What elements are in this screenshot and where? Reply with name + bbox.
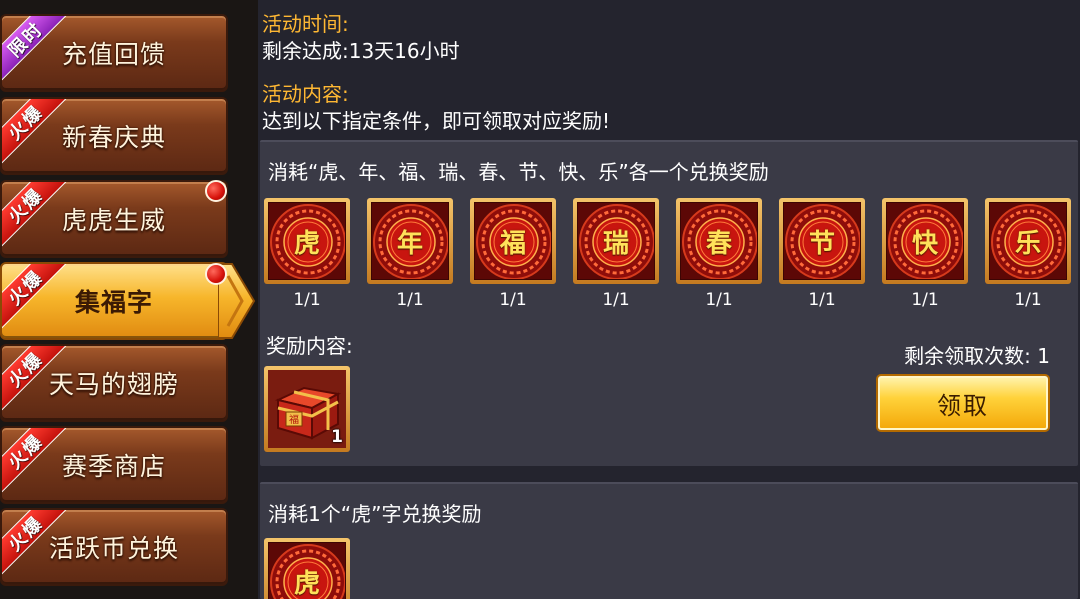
fu-character-label: 春: [705, 228, 732, 259]
lantern-medallion-icon: 年: [371, 202, 449, 280]
fu-character-item[interactable]: 快: [882, 198, 968, 284]
item-count: 1/1: [602, 290, 630, 310]
fu-character-label: 快: [911, 228, 938, 259]
activity-content: 活动时间: 剩余达成:13天16小时 活动内容: 达到以下指定条件，即可领取对应…: [258, 0, 1080, 599]
fu-character-label: 年: [396, 228, 423, 259]
sidebar-item-pegasus-wings[interactable]: 天马的翅膀 火爆: [0, 344, 228, 422]
sidebar-item-recharge-rewards[interactable]: 充值回馈 限时: [0, 14, 228, 92]
lantern-medallion-icon: 春: [680, 202, 758, 280]
lantern-medallion-icon: 虎: [268, 542, 346, 599]
sidebar-item-label: 新春庆典: [61, 123, 166, 152]
fu-character-item[interactable]: 瑞: [573, 198, 659, 284]
reward-label: 奖励内容:: [266, 334, 353, 358]
sidebar-item-label: 虎虎生威: [61, 206, 166, 235]
lantern-medallion-icon: 瑞: [577, 202, 655, 280]
activity-sidebar: 充值回馈 限时 新春庆典 火爆 虎虎生威 火爆 集福字 火爆 天马的翅膀 火爆 …: [0, 0, 258, 599]
item-count: 1/1: [1014, 290, 1042, 310]
notification-dot: [205, 263, 227, 285]
fu-character-label: 节: [808, 228, 835, 259]
fu-character-label: 虎: [293, 228, 320, 259]
exchange-panel: 消耗“虎、年、福、瑞、春、节、快、乐”各一个兑换奖励 虎 1/1 年 1/1 福 1/1 瑞…: [260, 140, 1078, 466]
activity-content-label: 活动内容:: [262, 82, 349, 106]
sidebar-item-label: 集福字: [74, 288, 153, 317]
lantern-medallion-icon: 节: [783, 202, 861, 280]
fu-character-item[interactable]: 福: [470, 198, 556, 284]
fu-character-item[interactable]: 虎: [264, 198, 350, 284]
sidebar-item-label: 赛季商店: [61, 452, 166, 481]
lantern-medallion-icon: 福: [474, 202, 552, 280]
activity-content-value: 达到以下指定条件，即可领取对应奖励!: [262, 109, 611, 133]
svg-text:福: 福: [289, 413, 299, 426]
sidebar-item-label: 充值回馈: [61, 40, 166, 69]
lantern-medallion-icon: 乐: [989, 202, 1067, 280]
fu-character-label: 乐: [1014, 228, 1041, 259]
claim-button[interactable]: 领取: [878, 376, 1048, 430]
exchange-panel-2: 消耗1个“虎”字兑换奖励 虎: [260, 482, 1078, 599]
item-count: 1/1: [705, 290, 733, 310]
fu-character-item[interactable]: 乐: [985, 198, 1071, 284]
lantern-medallion-icon: 虎: [268, 202, 346, 280]
fu-character-label: 虎: [293, 568, 320, 599]
sidebar-item-label: 天马的翅膀: [48, 370, 179, 399]
sidebar-item-season-shop[interactable]: 赛季商店 火爆: [0, 426, 228, 504]
exchange-title: 消耗“虎、年、福、瑞、春、节、快、乐”各一个兑换奖励: [268, 160, 769, 184]
sidebar-item-label: 活跃币兑换: [48, 534, 179, 563]
fu-character-label: 福: [499, 228, 526, 259]
item-count: 1/1: [911, 290, 939, 310]
treasure-chest-icon: 福 1: [268, 370, 346, 448]
fu-character-label: 瑞: [602, 228, 629, 259]
reward-item-slot[interactable]: 福 1: [264, 366, 350, 452]
reward-quantity: 1: [331, 427, 343, 447]
lantern-medallion-icon: 快: [886, 202, 964, 280]
fu-character-item[interactable]: 春: [676, 198, 762, 284]
activity-time-value: 剩余达成:13天16小时: [262, 39, 460, 63]
item-count: 1/1: [293, 290, 321, 310]
remaining-claims: 剩余领取次数: 1: [904, 344, 1050, 368]
sidebar-item-tiger-power[interactable]: 虎虎生威 火爆: [0, 180, 228, 258]
item-count: 1/1: [396, 290, 424, 310]
item-count: 1/1: [499, 290, 527, 310]
activity-time-label: 活动时间:: [262, 12, 349, 36]
exchange-title: 消耗1个“虎”字兑换奖励: [268, 502, 482, 526]
item-count: 1/1: [808, 290, 836, 310]
fu-character-item[interactable]: 年: [367, 198, 453, 284]
sidebar-item-spring-festival[interactable]: 新春庆典 火爆: [0, 97, 228, 175]
sidebar-item-collect-fu[interactable]: 集福字 火爆: [0, 262, 228, 340]
notification-dot: [205, 180, 227, 202]
sidebar-item-activity-coin-exchange[interactable]: 活跃币兑换 火爆: [0, 508, 228, 586]
fu-character-item[interactable]: 节: [779, 198, 865, 284]
fu-character-item[interactable]: 虎: [264, 538, 350, 599]
